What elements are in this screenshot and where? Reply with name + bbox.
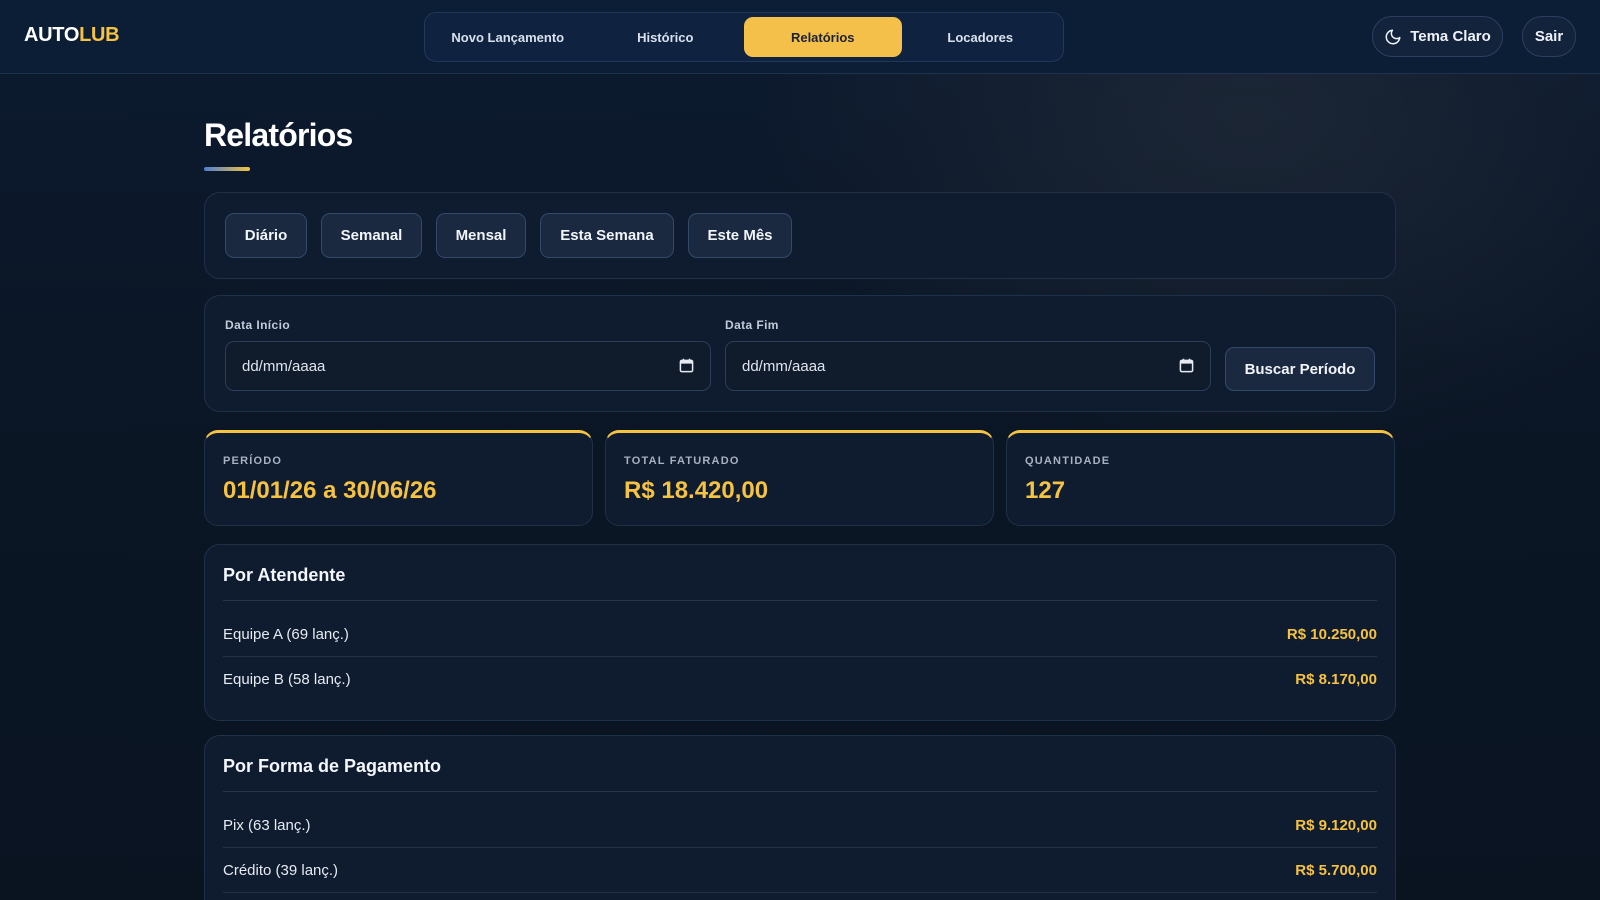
start-date-label: Data Início: [225, 318, 291, 332]
row-amount: R$ 10.250,00: [1286, 625, 1377, 643]
by-payment-card: Por Forma de Pagamento Pix (63 lanç.) R$…: [204, 735, 1396, 900]
filter-este-mes-button[interactable]: Este Mês: [688, 213, 792, 258]
row-amount: R$ 9.120,00: [1295, 816, 1377, 834]
divider: [223, 600, 1377, 601]
calendar-icon[interactable]: [679, 358, 694, 373]
list-item: Pix (63 lanç.) R$ 9.120,00: [223, 803, 1377, 848]
app-logo[interactable]: AUTOLUB: [24, 24, 120, 47]
end-date-label: Data Fim: [725, 318, 779, 332]
row-name: Equipe B (58 lanç.): [223, 671, 351, 688]
search-period-button[interactable]: Buscar Período: [1225, 347, 1375, 391]
filter-esta-semana-button[interactable]: Esta Semana: [540, 213, 674, 258]
stat-value: R$ 18.420,00: [624, 477, 769, 504]
end-date-placeholder: dd/mm/aaaa: [742, 357, 826, 375]
by-attendant-card: Por Atendente Equipe A (69 lanç.) R$ 10.…: [204, 544, 1396, 721]
row-name: Pix (63 lanç.): [223, 816, 311, 834]
calendar-icon[interactable]: [1179, 358, 1194, 373]
title-underline: [204, 167, 250, 171]
logout-button[interactable]: Sair: [1522, 16, 1576, 57]
stat-label: QUANTIDADE: [1025, 455, 1111, 467]
theme-toggle-button[interactable]: Tema Claro: [1372, 16, 1503, 57]
end-date-input[interactable]: dd/mm/aaaa: [725, 341, 1211, 391]
logo-text-auto: AUTO: [24, 24, 80, 46]
main-nav: Novo Lançamento Histórico Relatórios Loc…: [424, 12, 1064, 62]
nav-locadores[interactable]: Locadores: [902, 17, 1060, 57]
moon-icon: [1385, 29, 1401, 44]
filter-mensal-button[interactable]: Mensal: [436, 213, 526, 258]
divider: [223, 791, 1377, 792]
list-item: Crédito (39 lanç.) R$ 5.700,00: [223, 848, 1377, 893]
filter-diario-button[interactable]: Diário: [225, 213, 307, 258]
row-name: Crédito (39 lanç.): [223, 861, 339, 879]
stat-value: 127: [1025, 477, 1066, 504]
start-date-placeholder: dd/mm/aaaa: [242, 357, 326, 375]
start-date-input[interactable]: dd/mm/aaaa: [225, 341, 711, 391]
logo-text-lub: LUB: [79, 24, 120, 46]
nav-relatorios[interactable]: Relatórios: [744, 17, 902, 57]
stat-label: TOTAL FATURADO: [624, 455, 740, 467]
date-range-card: Data Início dd/mm/aaaa Data Fim dd/mm/aa…: [204, 295, 1396, 412]
section-title: Por Atendente: [223, 565, 346, 585]
nav-historico[interactable]: Histórico: [587, 17, 745, 57]
nav-novo-lancamento[interactable]: Novo Lançamento: [429, 17, 587, 57]
stat-value: 01/01/26 a 30/06/26: [223, 477, 437, 504]
quick-filters-card: Diário Semanal Mensal Esta Semana Este M…: [204, 192, 1396, 279]
stat-card-quantidade: QUANTIDADE 127: [1006, 430, 1395, 526]
top-bar: AUTOLUB Novo Lançamento Histórico Relató…: [0, 0, 1600, 74]
section-title: Por Forma de Pagamento: [223, 756, 442, 776]
list-item: Equipe A (69 lanç.) R$ 10.250,00: [223, 612, 1377, 657]
filter-semanal-button[interactable]: Semanal: [321, 213, 422, 258]
stat-card-total-faturado: TOTAL FATURADO R$ 18.420,00: [605, 430, 994, 526]
list-item: Equipe B (58 lanç.) R$ 8.170,00: [223, 657, 1377, 702]
stat-label: PERÍODO: [223, 455, 283, 467]
stat-card-periodo: PERÍODO 01/01/26 a 30/06/26: [204, 430, 593, 526]
page-title: Relatórios: [204, 117, 353, 153]
row-name: Equipe A (69 lanç.): [223, 625, 349, 643]
row-amount: R$ 5.700,00: [1295, 861, 1377, 879]
theme-toggle-label: Tema Claro: [1410, 28, 1491, 45]
row-amount: R$ 8.170,00: [1295, 671, 1377, 688]
